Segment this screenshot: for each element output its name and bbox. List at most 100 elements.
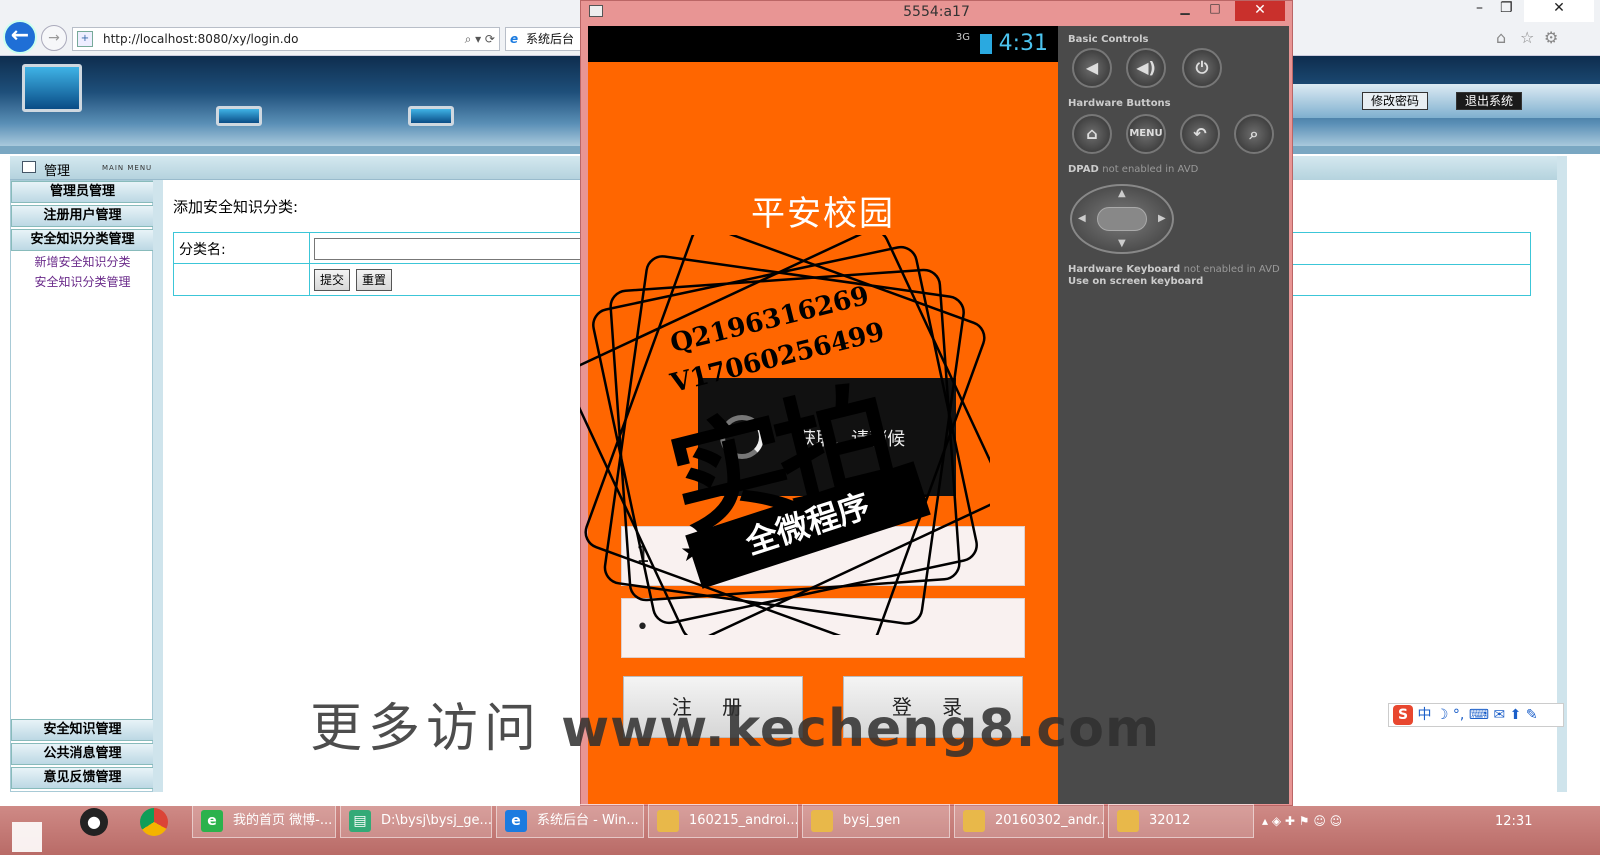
chrome-icon[interactable] xyxy=(140,808,168,836)
keyboard-label-text: Hardware Keyboard xyxy=(1068,264,1181,275)
minimize-button[interactable]: – xyxy=(1476,0,1483,22)
keyboard-hint: Use on screen keyboard xyxy=(1068,276,1204,287)
emulator-minimize-button[interactable]: ▁ xyxy=(1171,1,1199,21)
category-form: 分类名: 提交 重置 xyxy=(173,232,582,296)
menu-header: 管理 MAIN MENU xyxy=(10,156,580,180)
sidebar-item-knowledge[interactable]: 安全知识管理 xyxy=(11,719,154,741)
site-watermark: 更多访问 www.kecheng8.com xyxy=(310,686,1160,761)
ime-toolbar[interactable]: S 中 ☽ °, ⌨ ✉ ⬆ ✎ xyxy=(1388,703,1564,727)
search-refresh-icons[interactable]: ⌕ ▾ ⟳ xyxy=(465,28,495,50)
taskbar-app-label: 32012 xyxy=(1149,813,1191,828)
browser-icon: e xyxy=(201,810,223,832)
close-button[interactable]: ✕ xyxy=(1524,0,1594,22)
emulator-close-button[interactable]: ✕ xyxy=(1235,1,1285,21)
submit-button[interactable]: 提交 xyxy=(314,269,351,291)
reset-button[interactable]: 重置 xyxy=(356,269,393,291)
watermark-cn: 更多访问 xyxy=(310,699,543,759)
sidebar-divider[interactable] xyxy=(153,180,163,792)
page-title: 添加安全知识分类: xyxy=(173,198,299,216)
back-icon[interactable]: ↶ xyxy=(1180,114,1220,154)
taskbar-app-folder2[interactable]: bysj_gen xyxy=(802,804,950,838)
dpad-down-icon[interactable]: ▼ xyxy=(1118,238,1126,249)
category-form-right xyxy=(1293,232,1531,296)
taskbar-app-label: 系统后台 - Win... xyxy=(537,813,639,828)
password-input[interactable]: • xyxy=(621,598,1025,658)
taskbar-app-label: 我的首页 微博-... xyxy=(233,813,333,828)
menu-title: 管理 xyxy=(44,164,71,179)
monitor-icon xyxy=(22,64,82,112)
menu-icon xyxy=(22,161,36,173)
dpad-center[interactable] xyxy=(1097,207,1147,231)
gear-icon[interactable]: ⚙ xyxy=(1544,28,1558,47)
sidebar-sub-manage-category[interactable]: 安全知识分类管理 xyxy=(11,273,154,290)
tab-system-admin[interactable]: 系统后台 xyxy=(505,27,581,51)
taskbar-app-weibo[interactable]: e 我的首页 微博-... xyxy=(192,804,336,838)
hardware-buttons-label: Hardware Buttons xyxy=(1068,98,1171,109)
spinner-icon xyxy=(720,415,764,459)
favorites-icon[interactable]: ☆ xyxy=(1520,28,1534,47)
dpad-left-icon[interactable]: ◀ xyxy=(1078,213,1086,224)
form-row-divider xyxy=(1293,264,1531,265)
menu-button[interactable]: MENU xyxy=(1126,114,1166,154)
taskbar-clock[interactable]: 12:31 xyxy=(1495,814,1532,829)
signal-icon: 3G xyxy=(955,32,970,43)
taskbar-app-folder1[interactable]: 160215_androi... xyxy=(648,804,798,838)
home-icon[interactable]: ⌂ xyxy=(1496,28,1506,47)
url-text: http://localhost:8080/xy/login.do xyxy=(103,32,299,46)
taskbar-app-label: bysj_gen xyxy=(843,813,901,828)
forward-button[interactable]: → xyxy=(41,25,67,51)
folder-icon xyxy=(811,810,833,832)
taskbar-app-label: 160215_androi... xyxy=(689,813,798,828)
editor-icon: ▤ xyxy=(349,810,371,832)
scrollbar[interactable] xyxy=(1557,156,1567,792)
search-icon[interactable]: ⌕ xyxy=(1234,114,1274,154)
sidebar-item-categories[interactable]: 安全知识分类管理 xyxy=(11,229,154,251)
category-name-input[interactable] xyxy=(314,238,582,260)
home-icon[interactable]: ⌂ xyxy=(1072,114,1112,154)
watermark-url: www.kecheng8.com xyxy=(561,699,1161,759)
change-password-button[interactable]: 修改密码 xyxy=(1362,92,1429,110)
power-icon[interactable]: ⏻ xyxy=(1182,48,1222,88)
dpad-control[interactable]: ▲ ▼ ◀ ▶ xyxy=(1070,184,1174,254)
sidebar-item-messages[interactable]: 公共消息管理 xyxy=(11,743,154,765)
sogou-icon[interactable]: S xyxy=(1393,705,1413,725)
dpad-right-icon[interactable]: ▶ xyxy=(1158,213,1166,224)
progress-text: 获取...请稍候 xyxy=(798,429,906,450)
emulator-maximize-button[interactable]: □ xyxy=(1201,1,1229,21)
sidebar-item-feedback[interactable]: 意见反馈管理 xyxy=(11,767,154,789)
username-input[interactable]: 1 xyxy=(621,526,1025,586)
volume-up-icon[interactable]: ◀) xyxy=(1126,48,1166,88)
ime-mode[interactable]: 中 xyxy=(1417,707,1431,723)
ime-tools-icons[interactable]: ☽ °, ⌨ ✉ ⬆ ✎ xyxy=(1436,707,1538,723)
qq-icon[interactable]: ● xyxy=(80,808,108,836)
progress-dialog: 获取...请稍候 xyxy=(698,378,956,496)
dpad-label: DPAD not enabled in AVD xyxy=(1068,164,1198,175)
dpad-up-icon[interactable]: ▲ xyxy=(1118,188,1126,199)
app-title: 平安校园 xyxy=(751,194,895,234)
status-bar: 3G 4:31 xyxy=(588,26,1058,62)
taskbar-app-ie[interactable]: e 系统后台 - Win... xyxy=(496,804,644,838)
system-tray[interactable]: ▴ ◈ ✚ ⚑ ☺ ☺ xyxy=(1262,808,1600,838)
monitor-icon xyxy=(216,106,262,126)
volume-down-icon[interactable]: ◀ xyxy=(1072,48,1112,88)
taskbar-app-folder3[interactable]: 20160302_andr... xyxy=(954,804,1104,838)
taskbar-app-folder4[interactable]: 32012 xyxy=(1108,804,1254,838)
sidebar-item-users[interactable]: 注册用户管理 xyxy=(11,205,154,227)
maximize-button[interactable]: ❐ xyxy=(1500,0,1513,22)
keyboard-label: Hardware Keyboard not enabled in AVD xyxy=(1068,264,1280,275)
monitor-icon xyxy=(408,106,454,126)
battery-icon xyxy=(980,34,992,54)
address-bar[interactable]: + http://localhost:8080/xy/login.do ⌕ ▾ … xyxy=(72,27,500,51)
logout-button[interactable]: 退出系统 xyxy=(1456,92,1523,110)
compat-icon[interactable]: + xyxy=(77,31,93,47)
back-button[interactable]: ← xyxy=(3,20,37,54)
status-clock: 4:31 xyxy=(998,31,1048,56)
sidebar: 管理员管理 注册用户管理 安全知识分类管理 新增安全知识分类 安全知识分类管理 … xyxy=(10,180,154,792)
folder-icon xyxy=(657,810,679,832)
tray-icons[interactable]: ▴ ◈ ✚ ⚑ ☺ ☺ xyxy=(1262,814,1342,828)
sidebar-item-admin[interactable]: 管理员管理 xyxy=(11,181,154,203)
sidebar-sub-add-category[interactable]: 新增安全知识分类 xyxy=(11,253,154,270)
tab-title: 系统后台 xyxy=(526,32,575,46)
start-icon[interactable] xyxy=(12,822,42,852)
taskbar-app-editor[interactable]: ▤ D:\bysj\bysj_ge... xyxy=(340,804,492,838)
